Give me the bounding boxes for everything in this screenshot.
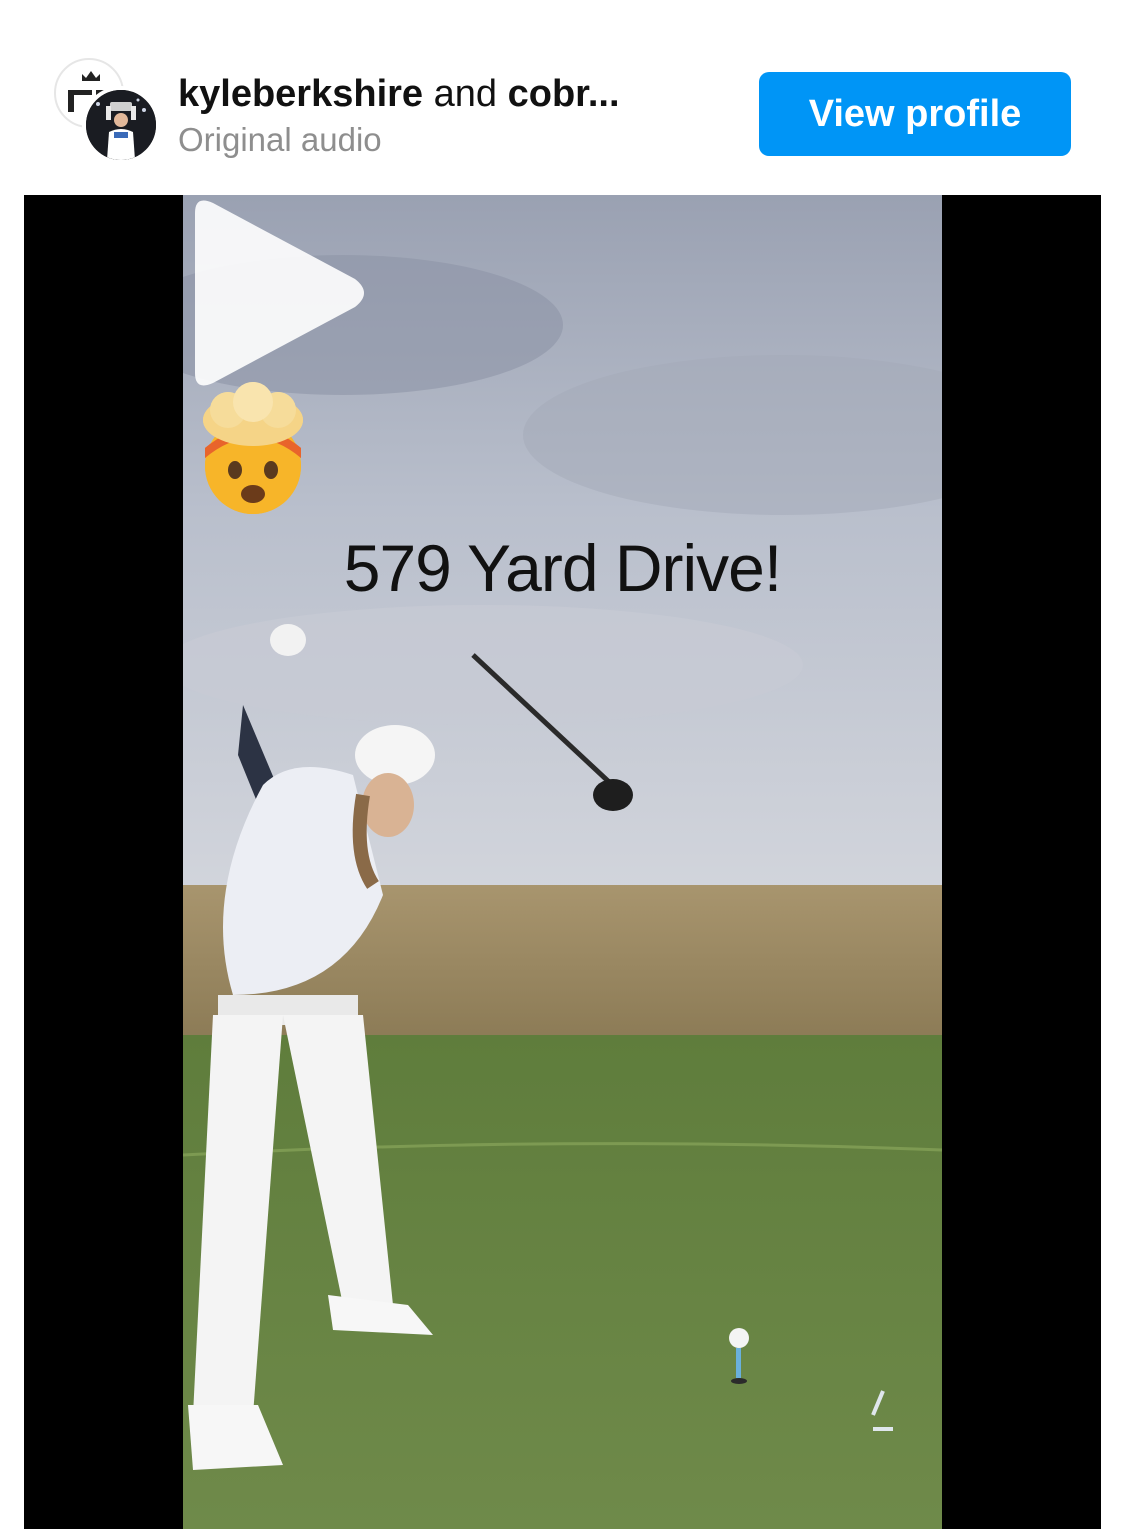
collab-avatars[interactable] — [54, 58, 160, 164]
username-joiner: and — [433, 73, 498, 115]
user-avatar[interactable] — [82, 86, 160, 164]
view-profile-button[interactable]: View profile — [759, 72, 1071, 156]
video-frame[interactable]: 579 Yard Drive! — [183, 195, 942, 1529]
exploding-head-icon — [203, 382, 303, 514]
video-caption: 579 Yard Drive! — [343, 531, 782, 605]
user-avatar-icon — [86, 90, 156, 160]
username-primary[interactable]: kyleberkshire — [178, 73, 423, 115]
username-secondary[interactable]: cobr... — [508, 73, 620, 115]
post-header: kyleberkshire and cobr... Original audio… — [0, 0, 1125, 195]
audio-label[interactable]: Original audio — [178, 120, 382, 160]
video-player[interactable]: 579 Yard Drive! — [24, 195, 1101, 1529]
account-names: kyleberkshire and cobr... — [178, 72, 620, 116]
play-icon[interactable] — [183, 195, 373, 391]
